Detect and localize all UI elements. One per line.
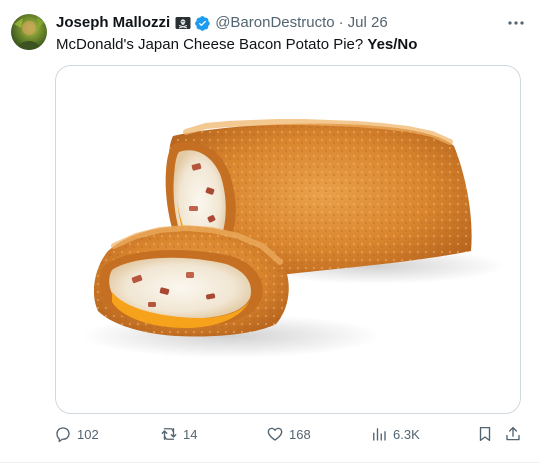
bookmark-icon	[479, 426, 491, 442]
like-count: 168	[289, 426, 311, 442]
tweet[interactable]: Joseph Mallozzi @BaronDestructo · Jul 26	[0, 0, 540, 466]
analytics-icon	[373, 428, 386, 441]
reply-button[interactable]: 102	[54, 423, 99, 445]
views-count: 6.3K	[393, 426, 420, 442]
cheese-bacon-potato-pie-photo	[81, 119, 506, 358]
tweet-date[interactable]: Jul 26	[348, 13, 388, 33]
tweet-actions: 102 14 168 6.3K	[52, 423, 522, 445]
author-name[interactable]: Joseph Mallozzi	[56, 13, 170, 33]
tweet-text-bold: Yes/No	[367, 36, 418, 53]
heart-icon	[267, 427, 283, 441]
retweet-icon	[161, 428, 177, 440]
views-button[interactable]: 6.3K	[370, 423, 420, 445]
verified-badge-icon[interactable]	[194, 15, 211, 32]
retweet-count: 14	[183, 426, 198, 442]
more-options-button[interactable]	[506, 14, 526, 32]
reply-icon	[56, 427, 70, 443]
share-button[interactable]	[504, 423, 527, 445]
tweet-text-main: McDonald's Japan Cheese Bacon Potato Pie…	[56, 36, 364, 53]
share-icon	[506, 426, 520, 441]
author-handle[interactable]: @BaronDestructo	[215, 13, 334, 33]
divider	[0, 462, 540, 463]
tweet-header: Joseph Mallozzi @BaronDestructo · Jul 26	[56, 13, 530, 33]
avatar[interactable]	[11, 14, 47, 50]
pirate-flag-icon	[175, 16, 191, 30]
separator-dot: ·	[338, 14, 344, 31]
tweet-media[interactable]	[55, 65, 521, 414]
tweet-text: McDonald's Japan Cheese Bacon Potato Pie…	[56, 35, 417, 55]
avatar-image	[14, 17, 44, 50]
retweet-button[interactable]: 14	[160, 423, 197, 445]
bookmark-button[interactable]	[476, 423, 499, 445]
like-button[interactable]: 168	[266, 423, 311, 445]
more-icon	[508, 21, 524, 25]
reply-count: 102	[77, 426, 99, 442]
